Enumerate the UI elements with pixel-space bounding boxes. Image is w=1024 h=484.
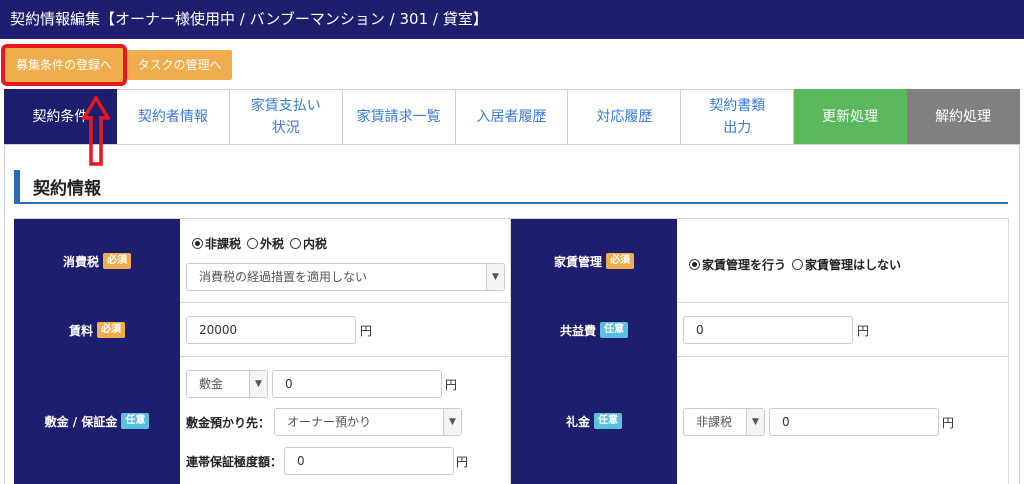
radio-unchecked-icon	[247, 238, 259, 249]
deposit-holder-select[interactable]: オーナー預かり ▼	[274, 408, 462, 436]
tax-radio-inclusive[interactable]: 内税	[290, 235, 327, 252]
required-badge: 必須	[103, 253, 131, 269]
recruit-conditions-button[interactable]: 募集条件の登録へ	[1, 44, 127, 86]
radio-unchecked-icon	[290, 238, 302, 249]
key-money-tax-select[interactable]: 非課税 ▼	[683, 408, 765, 436]
common-fee-label-cell: 共益費 任意	[511, 303, 677, 357]
rent-label-cell: 賃料 必須	[14, 303, 180, 357]
tax-transition-select[interactable]: 消費税の経過措置を適用しない ▼	[186, 263, 505, 291]
tab-rent-billing-list[interactable]: 家賃請求一覧	[342, 89, 456, 145]
rent-value-cell: 20000 円	[180, 303, 511, 357]
deposit-label-cell: 敷金 / 保証金 任意	[14, 357, 180, 484]
rent-management-label-cell: 家賃管理 必須	[511, 219, 677, 303]
radio-unchecked-icon	[792, 259, 804, 270]
page-title: 契約情報編集【オーナー様使用中 / バンブーマンション / 301 / 貸室】	[0, 0, 1024, 39]
contract-form: 消費税 必須 非課税 外税 内税 消費税の経過措置を適用しない ▼ 家賃管理 必…	[14, 218, 1009, 484]
tax-label-cell: 消費税 必須	[14, 219, 180, 303]
chevron-down-icon: ▼	[746, 409, 764, 435]
tab-rent-payment-status[interactable]: 家賃支払い 状況	[229, 89, 343, 145]
yen-unit: 円	[857, 324, 870, 338]
tab-contract-documents[interactable]: 契約書類 出力	[681, 89, 795, 145]
tab-bar: 契約条件 契約者情報 家賃支払い 状況 家賃請求一覧 入居者履歴 対応履歴 契約…	[4, 89, 1021, 145]
key-money-value-cell: 非課税 ▼ 0 円	[677, 357, 1009, 484]
task-management-button[interactable]: タスクの管理へ	[127, 50, 232, 80]
key-money-label: 礼金	[565, 414, 590, 429]
key-money-input[interactable]: 0	[769, 408, 939, 436]
deposit-input[interactable]: 0	[272, 370, 442, 398]
deposit-holder-label: 敷金預かり先：	[186, 416, 271, 430]
tab-renewal[interactable]: 更新処理	[794, 89, 908, 145]
rent-management-value-cell: 家賃管理を行う 家賃管理はしない	[677, 219, 1009, 303]
deposit-value-cell: 敷金 ▼ 0 円 敷金預かり先： オーナー預かり ▼ 連帯保証極度額： 0 円	[180, 357, 511, 484]
tax-value-cell: 非課税 外税 内税 消費税の経過措置を適用しない ▼	[180, 219, 511, 303]
yen-unit: 円	[456, 455, 469, 469]
key-money-label-cell: 礼金 任意	[511, 357, 677, 484]
guarantee-limit-label: 連帯保証極度額：	[186, 455, 283, 469]
chevron-down-icon: ▼	[443, 409, 461, 435]
annotation-arrow-icon	[82, 96, 110, 166]
tax-label: 消費税	[62, 254, 99, 269]
rent-input[interactable]: 20000	[186, 316, 356, 344]
yen-unit: 円	[942, 416, 955, 430]
tax-radio-non-taxable[interactable]: 非課税	[192, 235, 241, 252]
tax-radio-exclusive[interactable]: 外税	[247, 235, 284, 252]
tab-cancellation[interactable]: 解約処理	[907, 89, 1021, 145]
required-badge: 必須	[606, 253, 634, 269]
tab-tenant-history[interactable]: 入居者履歴	[455, 89, 569, 145]
required-badge: 必須	[97, 322, 125, 338]
optional-badge: 任意	[600, 322, 628, 338]
chevron-down-icon: ▼	[486, 264, 504, 290]
optional-badge: 任意	[594, 413, 622, 429]
radio-checked-icon	[192, 238, 203, 249]
yen-unit: 円	[360, 324, 373, 338]
chevron-down-icon: ▼	[249, 371, 267, 397]
rent-management-label: 家賃管理	[553, 254, 602, 269]
rent-management-radio-yes[interactable]: 家賃管理を行う	[689, 256, 786, 273]
guarantee-limit-input[interactable]: 0	[284, 447, 454, 475]
deposit-label: 敷金 / 保証金	[44, 414, 118, 429]
section-accent-bar	[14, 170, 20, 202]
common-fee-label: 共益費	[559, 323, 596, 338]
tab-contractor-info[interactable]: 契約者情報	[116, 89, 230, 145]
common-fee-value-cell: 0 円	[677, 303, 1009, 357]
deposit-type-select[interactable]: 敷金 ▼	[186, 370, 268, 398]
tab-response-history[interactable]: 対応履歴	[568, 89, 682, 145]
yen-unit: 円	[445, 378, 458, 392]
optional-badge: 任意	[121, 413, 150, 429]
radio-checked-icon	[689, 259, 700, 270]
rent-management-radio-no[interactable]: 家賃管理はしない	[792, 256, 901, 273]
section-title: 契約情報	[33, 179, 101, 199]
section-header: 契約情報	[14, 168, 1008, 204]
rent-label: 賃料	[68, 323, 93, 338]
common-fee-input[interactable]: 0	[683, 316, 853, 344]
